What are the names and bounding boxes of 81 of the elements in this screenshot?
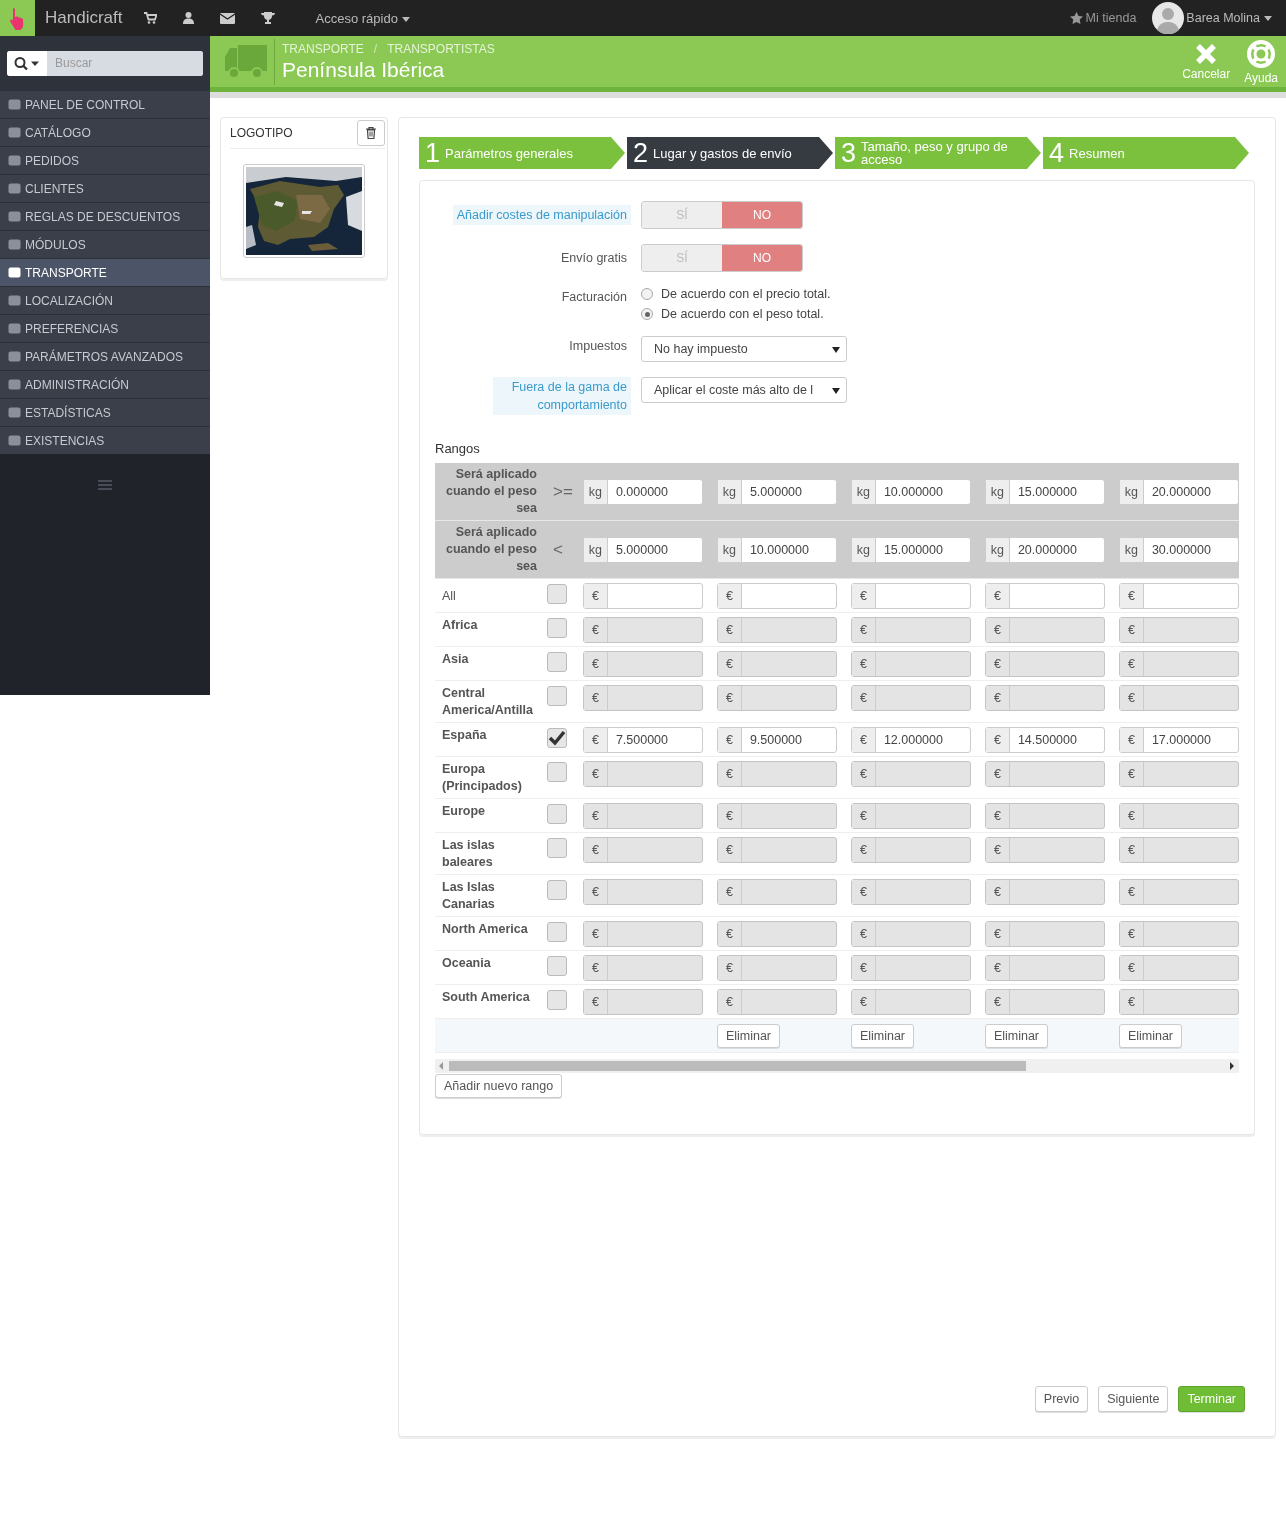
weight-field[interactable]: kg 5.000000 [582, 536, 703, 563]
operator-sign: >= [547, 463, 583, 521]
section-title: Rangos [435, 441, 481, 456]
panel-title: LOGOTIPO [230, 126, 293, 140]
envelope-icon[interactable] [220, 12, 236, 24]
delete-range-button[interactable]: Eliminar [716, 1023, 781, 1048]
trash-icon[interactable] [366, 127, 376, 139]
delete-range-button[interactable]: Eliminar [1118, 1023, 1183, 1048]
select-field[interactable]: No hay impuesto [641, 336, 847, 362]
trophy-icon[interactable] [261, 12, 276, 24]
weight-field[interactable]: kg 5.000000 [716, 478, 837, 505]
price-field[interactable]: € 12.000000 [850, 727, 971, 753]
sidebar-item[interactable]: PEDIDOS [0, 146, 210, 174]
add-range-button[interactable]: Añadir nuevo rango [435, 1074, 563, 1098]
delete-button[interactable] [357, 120, 385, 146]
weight-field[interactable]: kg 15.000000 [850, 536, 971, 563]
sidebar-item[interactable]: PREFERENCIAS [0, 314, 210, 342]
sidebar-item[interactable]: CLIENTES [0, 174, 210, 202]
user-icon[interactable] [183, 12, 195, 24]
checkbox[interactable] [547, 728, 567, 748]
sidebar-item[interactable]: PANEL DE CONTROL [0, 90, 210, 118]
radio-label[interactable]: De acuerdo con el precio total. [661, 287, 831, 301]
price-field[interactable]: € [1118, 583, 1239, 609]
radio-label[interactable]: De acuerdo con el peso total. [661, 307, 824, 321]
row-label: Será aplicado cuando el peso sea [435, 463, 547, 521]
sidebar-item[interactable]: ADMINISTRACIÓN [0, 370, 210, 398]
truck-icon [225, 44, 267, 79]
price-field[interactable]: € 7.500000 [582, 727, 703, 753]
shop-name[interactable]: Handicraft [45, 8, 123, 28]
star-icon [1069, 12, 1083, 24]
lifebuoy-icon[interactable] [1246, 38, 1277, 69]
sidebar-item[interactable]: CATÁLOGO [0, 118, 210, 146]
avatar-icon[interactable] [1152, 2, 1185, 34]
quick-access-menu[interactable]: Acceso rápido [315, 10, 410, 26]
nav-button[interactable]: Siguiente [1098, 1386, 1169, 1412]
weight-field[interactable]: kg 0.000000 [582, 478, 703, 505]
field-label: Facturación [560, 289, 628, 306]
page-title: Península Ibérica [282, 57, 446, 82]
field-label: Añadir costes de manipulación [452, 205, 631, 225]
my-shop-link[interactable]: Mi tienda [1085, 11, 1137, 25]
weight-field[interactable]: kg 15.000000 [984, 478, 1105, 505]
radio-button[interactable] [641, 288, 653, 300]
select-field[interactable]: Aplicar el coste más alto de l [641, 377, 847, 403]
user-menu[interactable]: Barea Molina [1186, 11, 1272, 25]
horizontal-scrollbar[interactable] [435, 1059, 1239, 1073]
field-label: Envío gratis [560, 250, 628, 267]
field-label: Impuestos [568, 338, 628, 355]
sidebar-item[interactable]: MÓDULOS [0, 230, 210, 258]
weight-field[interactable]: kg 10.000000 [850, 478, 971, 505]
weight-field[interactable]: kg 30.000000 [1118, 536, 1239, 563]
weight-field[interactable]: kg 10.000000 [716, 536, 837, 563]
search-icon[interactable] [7, 50, 47, 76]
weight-field[interactable]: kg 20.000000 [1118, 478, 1239, 505]
hand-pointer-logo[interactable] [0, 0, 35, 36]
delete-range-button[interactable]: Eliminar [984, 1023, 1049, 1048]
price-field[interactable]: € [716, 583, 837, 609]
sidebar-item[interactable]: ESTADÍSTICAS [0, 398, 210, 426]
sidebar-item[interactable]: EXISTENCIAS [0, 426, 210, 454]
close-icon[interactable] [1195, 42, 1218, 65]
price-field[interactable]: € 17.000000 [1118, 727, 1239, 753]
sidebar-item[interactable]: TRANSPORTE [0, 258, 210, 286]
checkbox[interactable] [547, 584, 567, 604]
sidebar-item[interactable]: PARÁMETROS AVANZADOS [0, 342, 210, 370]
sidebar-item[interactable]: LOCALIZACIÓN [0, 286, 210, 314]
price-field[interactable]: € [850, 583, 971, 609]
breadcrumb-separator: / [373, 41, 378, 56]
delete-range-button[interactable]: Eliminar [850, 1023, 915, 1048]
operator-sign: < [547, 520, 583, 579]
price-field[interactable]: € [582, 583, 703, 609]
sidebar-item[interactable]: REGLAS DE DESCUENTOS [0, 202, 210, 230]
radio-button[interactable] [641, 308, 653, 320]
menu-icon[interactable] [98, 480, 112, 490]
price-field[interactable]: € 9.500000 [716, 727, 837, 753]
search-field[interactable]: Buscar [7, 50, 203, 76]
field-label: Fuera de la gama de comportamiento [493, 377, 631, 415]
price-field[interactable]: € [984, 583, 1105, 609]
row-label: Será aplicado cuando el peso sea [435, 520, 547, 579]
cart-icon[interactable] [144, 12, 158, 24]
nav-button[interactable]: Previo [1034, 1386, 1089, 1412]
weight-field[interactable]: kg 20.000000 [984, 536, 1105, 563]
price-field[interactable]: € 14.500000 [984, 727, 1105, 753]
